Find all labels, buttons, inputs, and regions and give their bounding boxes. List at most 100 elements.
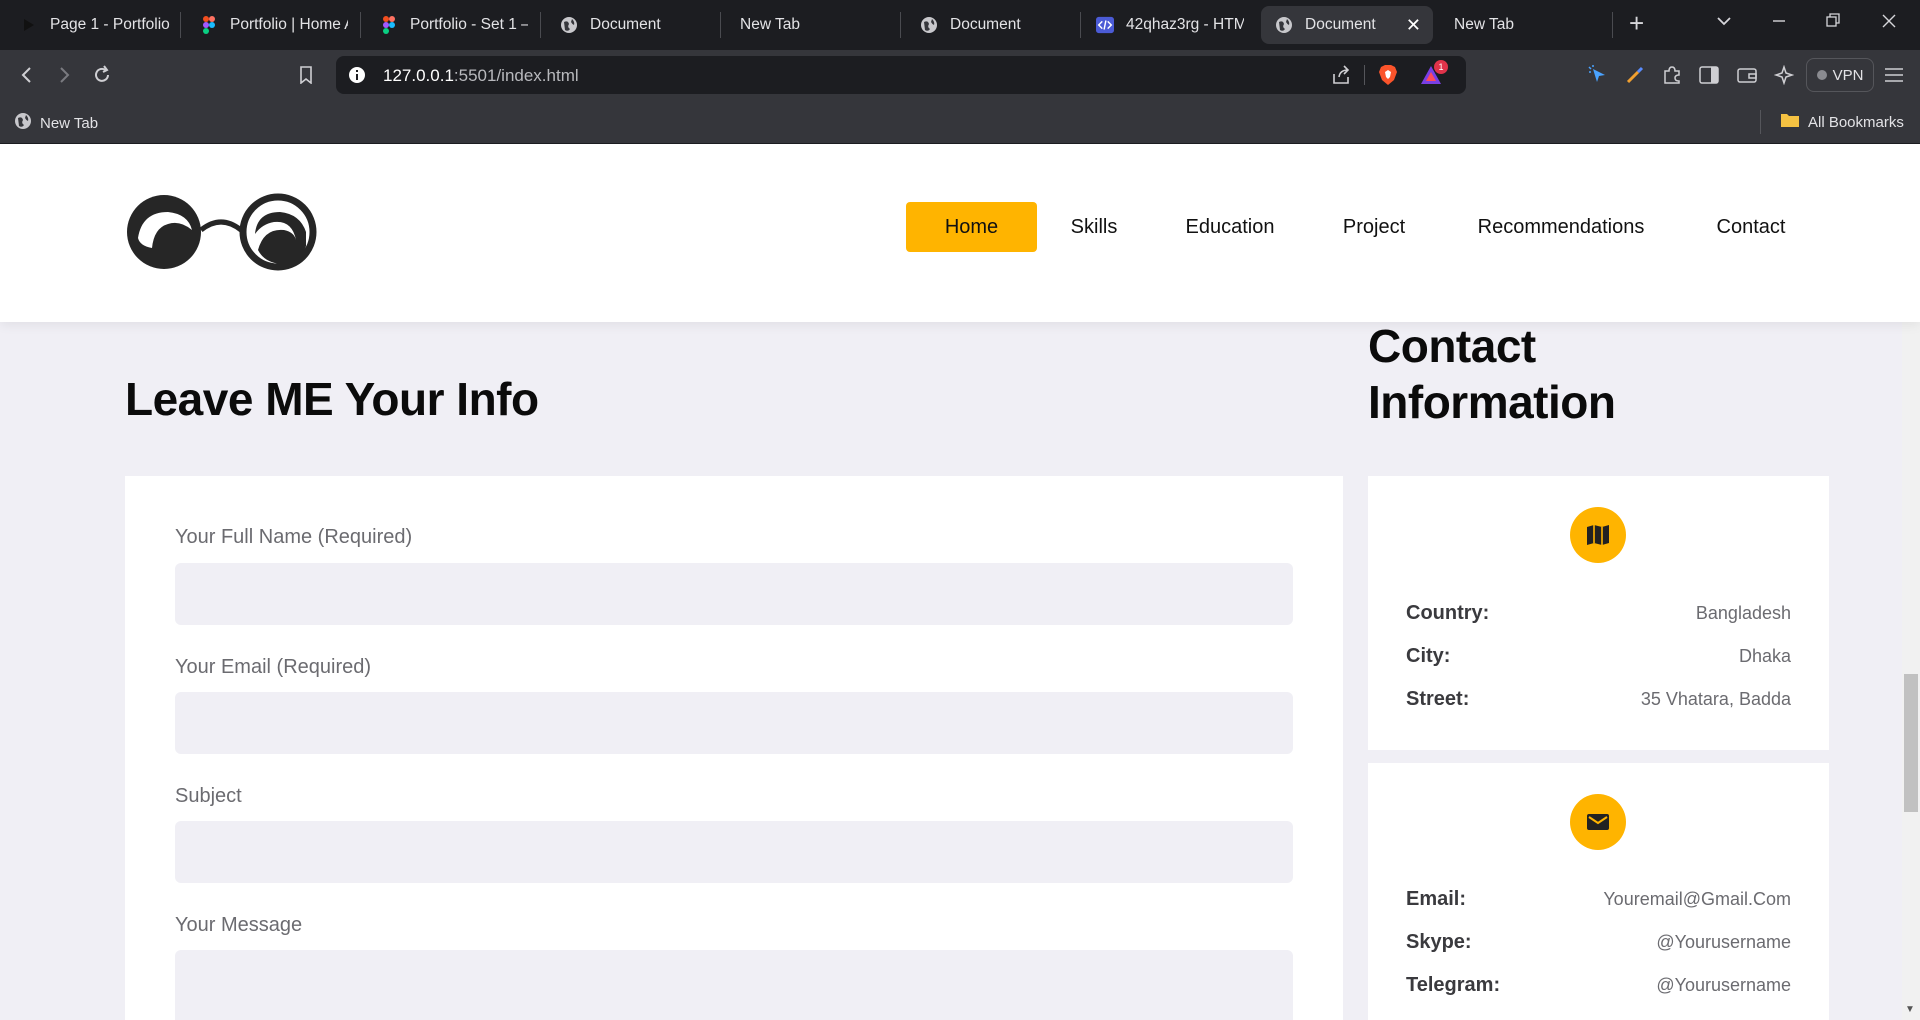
info-value[interactable]: Youremail@Gmail.Com: [1603, 889, 1791, 910]
close-tab-icon[interactable]: ✕: [1406, 15, 1421, 36]
vpn-status-icon: [1816, 70, 1827, 80]
tab-document-2[interactable]: Document: [920, 6, 1068, 44]
new-tab-button[interactable]: +: [1629, 8, 1644, 39]
tab-page1-portfolio[interactable]: Page 1 - Portfolio: [20, 6, 170, 44]
tab-42qhaz3rg[interactable]: 42qhaz3rg - HTM: [1096, 6, 1244, 44]
globe-icon: [920, 16, 938, 34]
nav-skills[interactable]: Skills: [1057, 202, 1131, 252]
info-key: Skype:: [1406, 930, 1472, 953]
bookmark-new-tab[interactable]: New Tab: [14, 112, 98, 134]
browser-toolbar: 127.0.0.1:5501/index.html 1 VPN: [0, 50, 1920, 100]
vpn-label: VPN: [1832, 66, 1864, 84]
tab-divider: [1080, 12, 1081, 38]
tab-title: Document: [950, 16, 1021, 33]
address-bar[interactable]: 127.0.0.1:5501/index.html 1: [336, 56, 1466, 94]
tab-divider: [540, 12, 541, 38]
site-info-icon[interactable]: [348, 66, 366, 89]
tab-new-tab-1[interactable]: New Tab: [740, 6, 888, 44]
info-row-skype: Skype: @Yourusername: [1406, 927, 1791, 957]
bookmark-label: All Bookmarks: [1808, 113, 1904, 131]
bookmark-label: New Tab: [40, 114, 99, 132]
nav-recommendations[interactable]: Recommendations: [1461, 202, 1661, 252]
info-row-email: Email: Youremail@Gmail.Com: [1406, 884, 1791, 914]
wallet-icon[interactable]: [1735, 63, 1759, 87]
folder-icon: [1780, 112, 1800, 132]
color-picker-icon[interactable]: [1623, 63, 1647, 87]
address-card: Country: Bangladesh City: Dhaka Street: …: [1368, 476, 1829, 750]
extensions-puzzle-icon[interactable]: [1660, 63, 1684, 87]
nav-home[interactable]: Home: [906, 202, 1037, 252]
url-text: 127.0.0.1:5501/index.html: [383, 66, 579, 86]
info-key: Telegram:: [1406, 973, 1501, 996]
tab-title: Portfolio | Home A: [230, 16, 348, 33]
url-divider: [1364, 65, 1365, 85]
email-label: Your Email (Required): [175, 656, 372, 678]
nav-project[interactable]: Project: [1330, 202, 1418, 252]
globe-icon: [560, 16, 578, 34]
subject-input[interactable]: [175, 821, 1293, 883]
scrollbar-thumb[interactable]: [1904, 674, 1918, 812]
tab-divider: [1612, 12, 1613, 38]
all-bookmarks-button[interactable]: All Bookmarks: [1780, 112, 1904, 132]
bookmark-icon[interactable]: [293, 62, 319, 88]
tab-portfolio-home[interactable]: Portfolio | Home A: [200, 6, 348, 44]
info-value: @Yourusername: [1656, 974, 1791, 995]
tab-title: New Tab: [1454, 16, 1515, 33]
info-key: City:: [1406, 644, 1451, 667]
cursor-extension-icon[interactable]: [1586, 63, 1610, 87]
tab-search-chevron-icon[interactable]: [1716, 12, 1732, 35]
close-window-icon[interactable]: [1882, 12, 1896, 35]
minimize-icon[interactable]: [1772, 12, 1786, 35]
brave-shields-icon[interactable]: [1378, 64, 1398, 91]
tab-divider: [360, 12, 361, 38]
full-name-input[interactable]: [175, 563, 1293, 625]
info-row-telegram: Telegram: @Yourusername: [1406, 970, 1791, 1000]
tab-divider: [180, 12, 181, 38]
url-path: :5501/index.html: [453, 66, 579, 85]
tab-title: Page 1 - Portfolio: [50, 16, 170, 33]
mail-icon: [1570, 794, 1626, 850]
vpn-button[interactable]: VPN: [1806, 58, 1874, 92]
reload-icon[interactable]: [89, 62, 115, 88]
nav-contact[interactable]: Contact: [1700, 202, 1802, 252]
tab-new-tab-2[interactable]: New Tab: [1454, 6, 1602, 44]
info-value: Bangladesh: [1695, 602, 1791, 623]
email-input[interactable]: [175, 692, 1293, 754]
share-icon[interactable]: [1331, 65, 1351, 90]
contact-form: Your Full Name (Required) Your Email (Re…: [125, 476, 1343, 1020]
message-label: Your Message: [175, 914, 303, 936]
subject-label: Subject: [175, 785, 242, 807]
message-textarea[interactable]: [175, 950, 1293, 1020]
bookmarks-divider: [1760, 110, 1761, 134]
sidebar-toggle-icon[interactable]: [1697, 63, 1721, 87]
contact-info-heading: Contact Information: [1368, 318, 1616, 430]
tab-document-1[interactable]: Document: [560, 6, 708, 44]
info-key: Country:: [1406, 601, 1490, 624]
forward-icon[interactable]: [51, 62, 77, 88]
figma-icon: [200, 16, 218, 34]
scroll-down-icon[interactable]: ▼: [1905, 1004, 1915, 1015]
tab-title: Document: [590, 16, 661, 33]
tab-portfolio-set1[interactable]: Portfolio - Set 1 –: [380, 6, 528, 44]
tab-title: 42qhaz3rg - HTM: [1126, 16, 1244, 33]
leo-ai-icon[interactable]: [1772, 63, 1796, 87]
back-icon[interactable]: [14, 62, 40, 88]
tab-document-active[interactable]: Document ✕: [1261, 6, 1433, 44]
map-icon: [1570, 507, 1626, 563]
code-icon: [1096, 16, 1114, 34]
info-row-country: Country: Bangladesh: [1406, 598, 1791, 628]
tab-title: Document: [1305, 16, 1376, 33]
tab-title: Portfolio - Set 1 –: [410, 16, 528, 33]
info-value: @Yourusername: [1656, 931, 1791, 952]
nav-education[interactable]: Education: [1165, 202, 1295, 252]
contact-details-card: Email: Youremail@Gmail.Com Skype: @Youru…: [1368, 763, 1829, 1020]
info-value: 35 Vhatara, Badda: [1640, 688, 1791, 709]
notification-badge: 1: [1434, 60, 1448, 74]
glasses-logo-icon[interactable]: [124, 190, 320, 279]
restore-icon[interactable]: [1826, 12, 1840, 35]
globe-icon: [1275, 16, 1293, 34]
browser-tab-bar: Page 1 - Portfolio Portfolio | Home A Po…: [0, 0, 1920, 50]
tab-title: New Tab: [740, 16, 801, 33]
figma-icon: [380, 16, 398, 34]
hamburger-menu-icon[interactable]: [1882, 63, 1906, 87]
